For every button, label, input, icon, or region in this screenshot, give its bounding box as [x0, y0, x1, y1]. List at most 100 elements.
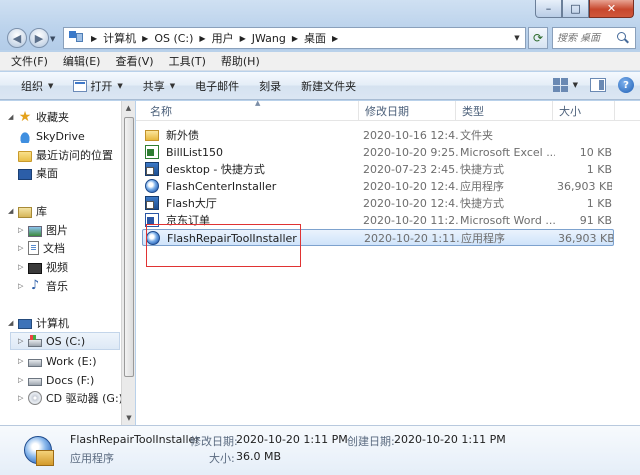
- search-icon[interactable]: [617, 32, 629, 44]
- forward-button[interactable]: ▶: [29, 28, 49, 48]
- cd-drive-icon: [28, 391, 42, 405]
- nav-label: 最近访问的位置: [36, 149, 113, 162]
- organize-label: 组织: [21, 79, 43, 93]
- nav-drive-g[interactable]: ▷ CD 驱动器 (G:) I: [18, 389, 121, 407]
- open-button[interactable]: 打开 ▼: [73, 78, 123, 94]
- file-date: 2020-10-20 11:2...: [363, 214, 458, 227]
- breadcrumb-separator-icon[interactable]: ▶: [199, 34, 205, 43]
- view-options-dropdown[interactable]: ▼: [573, 81, 578, 89]
- star-icon: ★: [18, 109, 32, 125]
- breadcrumb-separator-icon[interactable]: ▶: [91, 34, 97, 43]
- help-icon[interactable]: ?: [618, 77, 634, 93]
- organize-button[interactable]: 组织 ▼: [21, 78, 53, 94]
- file-row[interactable]: BillList150 2020-10-20 9:25... Microsoft…: [142, 144, 614, 161]
- breadcrumb-drive-c[interactable]: OS (C:): [154, 32, 193, 45]
- nav-music[interactable]: ▷ ♪ 音乐: [18, 277, 68, 295]
- file-row[interactable]: desktop - 快捷方式 2020-07-23 2:45... 快捷方式 1…: [142, 161, 614, 178]
- command-bar: 组织 ▼ 打开 ▼ 共享 ▼ 电子邮件 刻录 新建文件夹 ▼ ?: [0, 72, 640, 100]
- breadcrumb-separator-icon[interactable]: ▶: [332, 34, 338, 43]
- menu-tools[interactable]: 工具(T): [169, 53, 206, 69]
- new-folder-button[interactable]: 新建文件夹: [301, 78, 356, 94]
- maximize-button[interactable]: □: [562, 0, 589, 18]
- nav-recent-places[interactable]: 最近访问的位置: [18, 146, 113, 164]
- burn-button[interactable]: 刻录: [259, 78, 281, 94]
- breadcrumb-separator-icon[interactable]: ▶: [142, 34, 148, 43]
- nav-favorites[interactable]: ◢ ★ 收藏夹: [8, 108, 69, 126]
- file-date: 2020-10-16 12:4...: [363, 129, 458, 142]
- file-row[interactable]: FlashCenterInstaller 2020-10-20 12:4... …: [142, 178, 614, 195]
- nav-desktop[interactable]: 桌面: [18, 164, 58, 182]
- back-button[interactable]: ◀: [7, 28, 27, 48]
- search-input[interactable]: [553, 32, 617, 44]
- nav-label: Work (E:): [46, 354, 97, 368]
- file-name: desktop - 快捷方式: [166, 163, 265, 176]
- scrollbar-thumb[interactable]: [124, 117, 134, 377]
- nav-libraries[interactable]: ◢ 库: [8, 202, 47, 220]
- expand-triangle-icon[interactable]: ▷: [18, 337, 28, 345]
- address-history-dropdown[interactable]: ▼: [509, 34, 525, 42]
- cloud-icon: [18, 129, 32, 143]
- search-box[interactable]: [552, 27, 636, 49]
- nav-drive-c[interactable]: ▷ OS (C:): [10, 332, 120, 350]
- nav-computer[interactable]: ◢ 计算机: [8, 314, 69, 332]
- column-header-name[interactable]: 名称 ▲: [144, 99, 359, 121]
- nav-drive-e[interactable]: ▷ Work (E:): [18, 352, 97, 370]
- expand-triangle-icon[interactable]: ▷: [18, 226, 28, 234]
- nav-skydrive[interactable]: SkyDrive: [18, 127, 85, 145]
- breadcrumb-separator-icon[interactable]: ▶: [240, 34, 246, 43]
- breadcrumb-desktop[interactable]: 桌面: [304, 30, 326, 46]
- file-type: 应用程序: [461, 232, 505, 245]
- expand-triangle-icon[interactable]: ▷: [18, 376, 28, 384]
- scroll-up-icon[interactable]: ▲: [122, 101, 135, 115]
- details-created-label: 创建日期:: [347, 435, 395, 448]
- collapse-triangle-icon[interactable]: ◢: [8, 319, 18, 327]
- change-view-icon[interactable]: [552, 78, 569, 92]
- share-button[interactable]: 共享 ▼: [143, 78, 175, 94]
- navigation-scrollbar[interactable]: ▲ ▼: [121, 101, 135, 425]
- nav-drive-f[interactable]: ▷ Docs (F:): [18, 371, 94, 389]
- nav-label: 音乐: [46, 280, 68, 293]
- close-button[interactable]: ✕: [589, 0, 634, 18]
- collapse-triangle-icon[interactable]: ◢: [8, 207, 18, 215]
- refresh-button[interactable]: ⟳: [528, 27, 548, 49]
- email-button[interactable]: 电子邮件: [195, 78, 239, 94]
- expand-triangle-icon[interactable]: ▷: [18, 263, 28, 271]
- file-type: 快捷方式: [460, 163, 504, 176]
- breadcrumb-separator-icon[interactable]: ▶: [292, 34, 298, 43]
- menu-file[interactable]: 文件(F): [11, 53, 48, 69]
- expand-triangle-icon[interactable]: ▷: [18, 357, 28, 365]
- scroll-down-icon[interactable]: ▼: [122, 411, 136, 425]
- nav-documents[interactable]: ▷ 文档: [18, 239, 65, 257]
- recent-pages-dropdown[interactable]: ▼: [50, 35, 55, 43]
- preview-pane-icon[interactable]: [590, 78, 606, 92]
- sort-ascending-icon: ▲: [255, 99, 261, 107]
- file-row[interactable]: 新外债 2020-10-16 12:4... 文件夹: [142, 127, 614, 144]
- minimize-button[interactable]: –: [535, 0, 562, 18]
- breadcrumb-computer[interactable]: 计算机: [103, 30, 136, 46]
- expand-triangle-icon[interactable]: ▷: [18, 244, 28, 252]
- column-header-size[interactable]: 大小: [553, 101, 615, 121]
- expand-triangle-icon[interactable]: ▷: [18, 394, 28, 402]
- file-row[interactable]: Flash大厅 2020-10-20 12:4... 快捷方式 1 KB: [142, 195, 614, 212]
- drive-icon: [28, 378, 42, 386]
- menu-help[interactable]: 帮助(H): [221, 53, 260, 69]
- menu-view[interactable]: 查看(V): [115, 53, 153, 69]
- details-modified-label: 修改日期:: [190, 435, 238, 448]
- column-header-date[interactable]: 修改日期: [359, 101, 456, 121]
- window-titlebar: – □ ✕ ◀ ▶ ▼ ▶ 计算机 ▶ OS (C:) ▶ 用户 ▶ JWang…: [0, 0, 640, 50]
- collapse-triangle-icon[interactable]: ◢: [8, 113, 18, 121]
- nav-videos[interactable]: ▷ 视频: [18, 258, 68, 276]
- breadcrumb-jwang[interactable]: JWang: [252, 32, 286, 45]
- address-bar[interactable]: ▶ 计算机 ▶ OS (C:) ▶ 用户 ▶ JWang ▶ 桌面 ▶ ▼: [63, 27, 526, 49]
- breadcrumb-users[interactable]: 用户: [212, 30, 234, 46]
- nav-pictures[interactable]: ▷ 图片: [18, 221, 68, 239]
- menu-edit[interactable]: 编辑(E): [63, 53, 101, 69]
- expand-triangle-icon[interactable]: ▷: [18, 282, 28, 290]
- column-label: 大小: [559, 105, 581, 118]
- new-folder-label: 新建文件夹: [301, 79, 357, 93]
- chevron-down-icon: ▼: [48, 81, 54, 90]
- file-size: 91 KB: [579, 214, 612, 227]
- column-header-type[interactable]: 类型: [456, 101, 553, 121]
- shortcut-icon: [145, 196, 159, 210]
- file-date: 2020-10-20 12:4...: [363, 180, 458, 193]
